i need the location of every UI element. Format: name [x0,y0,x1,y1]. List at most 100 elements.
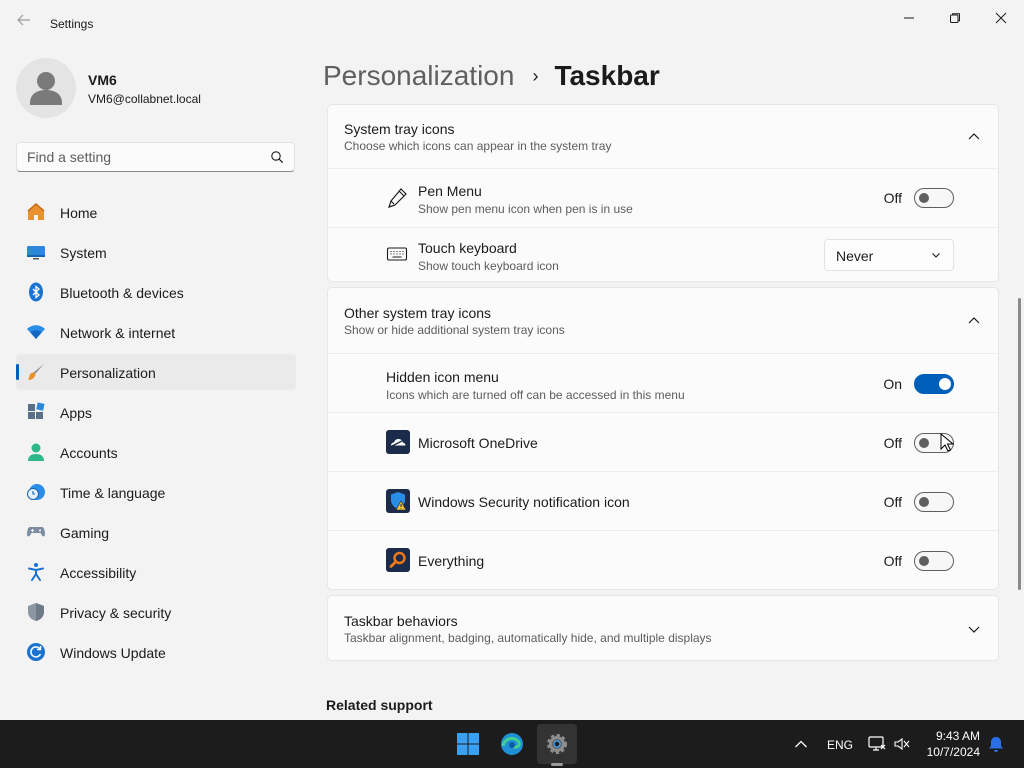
sidebar-item-label: System [60,245,107,261]
sidebar-item-system[interactable]: System [16,234,296,270]
other-tray-icons-header[interactable]: Other system tray icons Show or hide add… [328,288,998,354]
close-icon [995,12,1007,24]
section-subtitle: Taskbar alignment, badging, automaticall… [344,631,712,645]
sidebar-item-label: Apps [60,405,92,421]
clock-globe-icon [27,484,45,500]
user-email: VM6@collabnet.local [88,92,201,106]
onedrive-title: Microsoft OneDrive [418,435,538,451]
page-title: Taskbar [554,60,660,91]
close-button[interactable] [978,4,1024,32]
taskbar-behaviors-card[interactable]: Taskbar behaviors Taskbar alignment, bad… [327,595,999,661]
search-box[interactable] [16,142,295,172]
everything-state-label: Off [883,553,902,569]
start-button[interactable] [448,724,488,764]
hidden-icon-menu-state-label: On [883,376,902,392]
everything-row: Everything Off [328,531,998,589]
avatar[interactable] [16,58,76,118]
dropdown-value: Never [836,248,874,264]
clock[interactable]: 9:43 AM 10/7/2024 [927,728,980,760]
accounts-icon [28,443,44,461]
chevron-up-icon[interactable] [966,313,982,329]
toggle-knob [919,438,929,448]
touch-keyboard-subtitle: Show touch keyboard icon [418,259,559,273]
home-icon [27,203,45,220]
sidebar-item-windows-update[interactable]: Windows Update [16,634,296,670]
network-icon[interactable] [868,736,886,752]
hidden-icon-menu-title: Hidden icon menu [386,369,499,385]
touch-keyboard-row: Touch keyboard Show touch keyboard icon … [328,228,998,281]
clock-date: 10/7/2024 [926,745,980,759]
sidebar-item-bluetooth[interactable]: Bluetooth & devices [16,274,296,310]
taskbar: ENG 9:43 AM 10/7/2024 [0,720,1024,768]
restore-button[interactable] [932,4,978,32]
search-input[interactable] [27,149,257,165]
sidebar-item-label: Accessibility [60,565,137,581]
sidebar-item-label: Network & internet [60,325,176,341]
sidebar-item-accounts[interactable]: Accounts [16,434,296,470]
restore-icon [950,13,960,23]
user-name: VM6 [88,72,117,88]
breadcrumb: Personalization › Taskbar [323,58,660,94]
windows-security-toggle[interactable] [914,492,954,512]
sidebar-item-home[interactable]: Home [16,194,296,230]
active-app-indicator [551,763,563,766]
keyboard-icon [386,247,408,261]
section-title: System tray icons [344,121,455,137]
clock-time: 9:43 AM [935,729,980,743]
hidden-icon-menu-toggle[interactable] [914,374,954,394]
sidebar-item-accessibility[interactable]: Accessibility [16,554,296,590]
pen-menu-state-label: Off [883,190,902,206]
sidebar-item-apps[interactable]: Apps [16,394,296,430]
everything-title: Everything [418,553,485,569]
sidebar-item-time-language[interactable]: Time & language [16,474,296,510]
related-support-heading: Related support [326,697,433,713]
hidden-icon-menu-subtitle: Icons which are turned off can be access… [386,388,685,402]
settings-icon [547,734,567,754]
toggle-knob [919,556,929,566]
user-avatar-icon [30,72,62,105]
gamepad-icon [27,527,45,537]
chevron-down-icon [932,253,940,258]
search-icon[interactable] [270,150,284,164]
section-subtitle: Choose which icons can appear in the sys… [344,139,612,153]
touch-keyboard-dropdown[interactable]: Never [824,239,954,271]
minimize-button[interactable] [886,4,932,32]
edge-icon [501,733,523,755]
apps-icon [28,402,45,419]
toggle-knob [919,193,929,203]
edge-taskbar-button[interactable] [492,724,532,764]
title-bar: Settings [0,0,1024,48]
windows-security-state-label: Off [883,494,902,510]
windows-security-title: Windows Security notification icon [418,494,630,510]
everything-toggle[interactable] [914,551,954,571]
back-arrow-icon[interactable] [12,12,36,36]
pen-icon [388,188,407,208]
everything-search-icon [386,548,410,572]
language-indicator[interactable]: ENG [827,738,853,752]
chevron-up-icon[interactable] [794,738,808,750]
speaker-muted-icon[interactable] [894,737,910,751]
sidebar-item-personalization[interactable]: Personalization [16,354,296,390]
notification-bell-icon[interactable] [988,736,1004,752]
bluetooth-icon [29,282,43,302]
sidebar-item-network[interactable]: Network & internet [16,314,296,350]
system-tray-icons-header[interactable]: System tray icons Choose which icons can… [328,105,998,169]
chevron-down-icon[interactable] [966,621,982,637]
onedrive-row: Microsoft OneDrive Off [328,413,998,472]
sidebar-item-privacy[interactable]: Privacy & security [16,594,296,630]
sidebar-nav: Home System Bluetooth & devices Network … [16,194,296,674]
toggle-knob [919,497,929,507]
sidebar-item-label: Gaming [60,525,110,541]
windows-security-icon [386,489,410,513]
chevron-up-icon[interactable] [966,129,982,145]
wifi-icon [27,325,45,339]
scrollbar[interactable] [1018,298,1021,590]
sidebar-item-label: Windows Update [60,645,166,661]
settings-taskbar-button[interactable] [537,724,577,764]
shield-icon [28,603,44,621]
breadcrumb-parent-link[interactable]: Personalization [323,60,514,92]
pen-menu-toggle[interactable] [914,188,954,208]
sidebar-item-gaming[interactable]: Gaming [16,514,296,550]
sidebar-item-label: Time & language [60,485,166,501]
update-icon [27,643,45,661]
